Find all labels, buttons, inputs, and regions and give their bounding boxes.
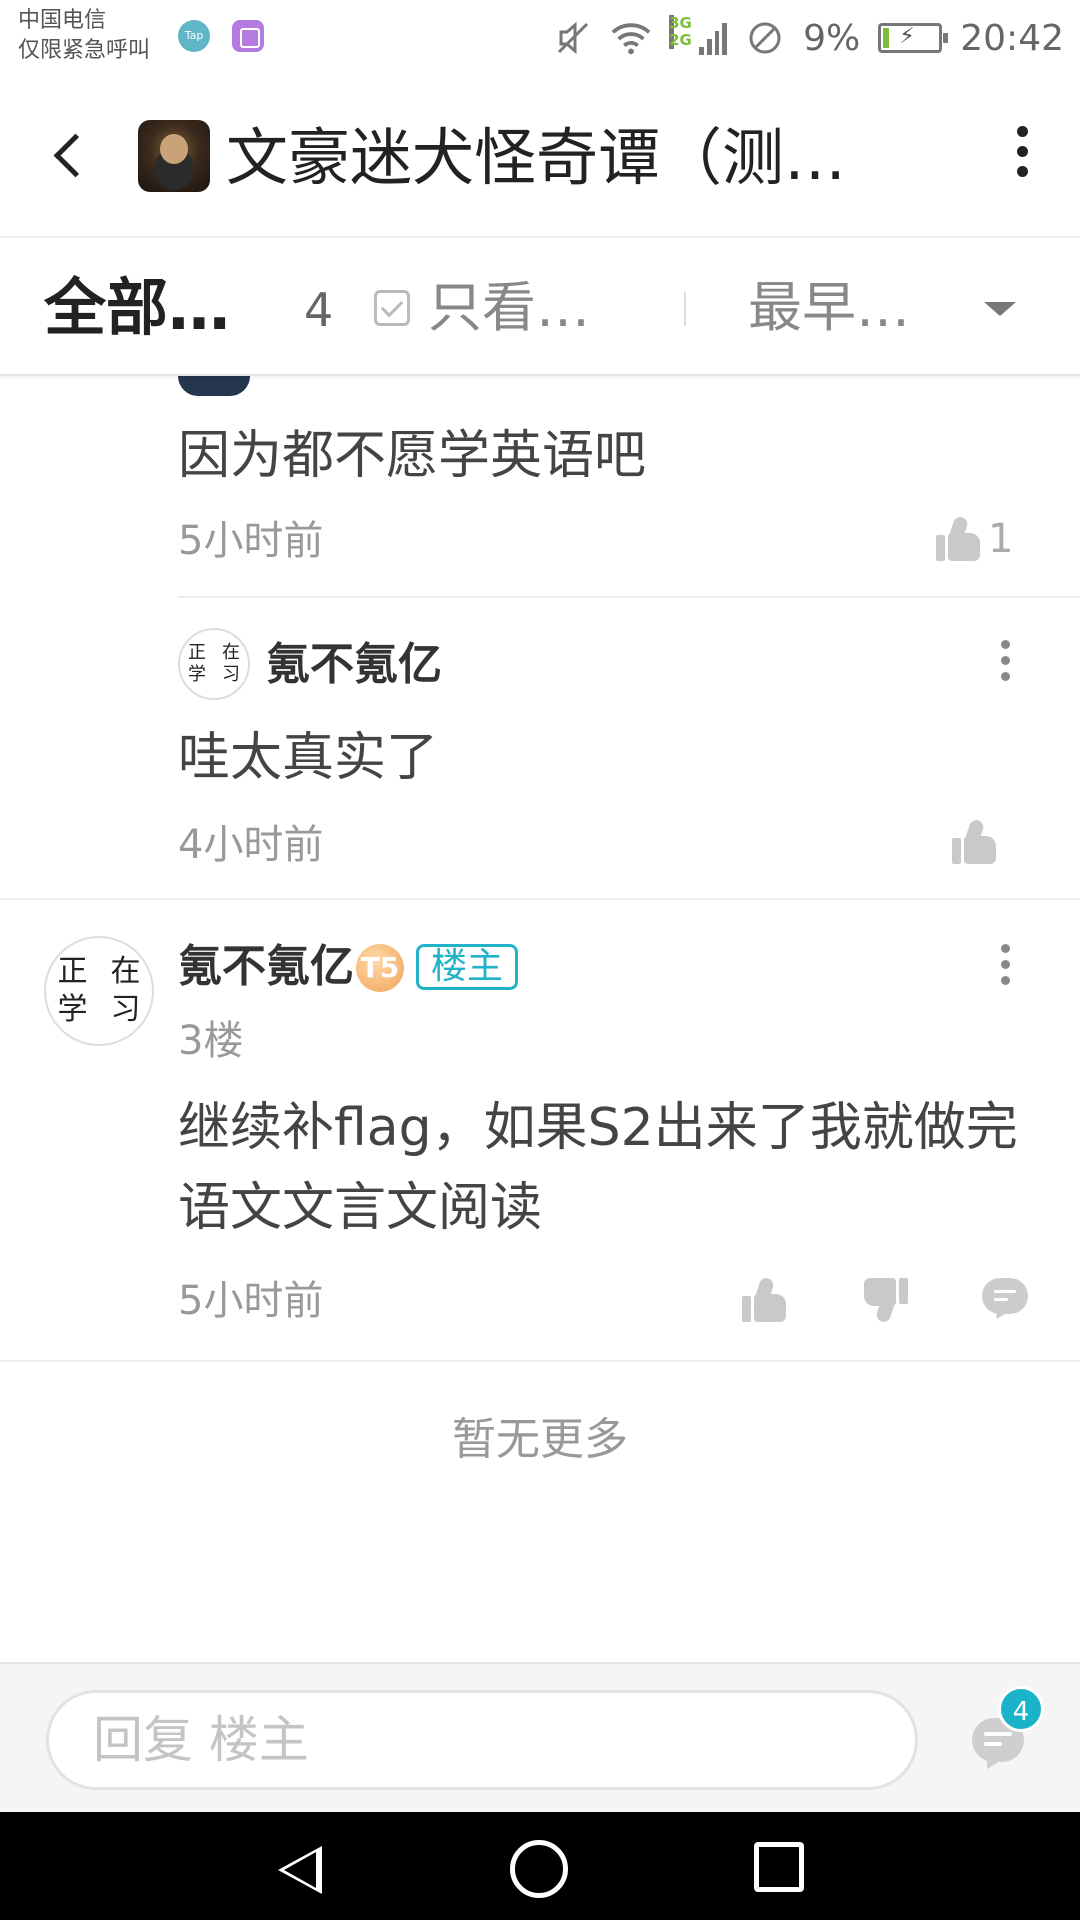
avatar[interactable]: 正 在 学 习 [44, 936, 154, 1046]
battery-percent: 9% [803, 17, 861, 59]
avatar-char: 正 [57, 954, 88, 989]
post-text-line1: 继续补flag，如果S2出来了我就做完 [178, 1098, 1018, 1158]
nav-back-icon[interactable] [274, 1840, 330, 1896]
thumbs-up-icon [936, 515, 982, 561]
chevron-down-icon[interactable] [984, 302, 1016, 316]
reply-text: 因为都不愿学英语吧 [178, 426, 647, 486]
avatar-char: 在 [222, 642, 240, 663]
reply-more-button[interactable] [990, 640, 1020, 688]
username[interactable]: 氪不氪亿 [178, 940, 354, 994]
more-options-button[interactable] [1002, 126, 1042, 190]
taptap-notification-icon: Tap [178, 20, 210, 52]
reply-bar: 回复 楼主 [0, 1662, 1080, 1812]
avatar[interactable] [178, 376, 250, 396]
battery-icon: ⚡ [878, 23, 949, 53]
reply-time: 5小时前 [178, 518, 324, 564]
nav-home-icon[interactable] [510, 1840, 568, 1898]
post-text-line2: 语文文言文阅读 [178, 1178, 543, 1238]
divider [178, 596, 1080, 598]
avatar-char: 正 [188, 642, 206, 663]
dislike-button[interactable] [862, 1278, 908, 1324]
sort-dropdown[interactable]: 最早… [748, 276, 910, 340]
game-icon[interactable] [138, 120, 210, 192]
post-time: 5小时前 [178, 1278, 324, 1324]
network-type: 3G 2G [669, 14, 692, 49]
all-replies-tab[interactable]: 全部… [44, 272, 230, 344]
reply-time: 4小时前 [178, 822, 324, 868]
wifi-icon [611, 18, 651, 58]
avatar-char: 学 [188, 664, 206, 685]
only-owner-label[interactable]: 只看… [428, 276, 590, 340]
thumbs-down-icon [862, 1278, 908, 1324]
comment-button[interactable] [982, 1278, 1028, 1324]
username[interactable]: 氪不氪亿 [266, 638, 442, 692]
thumbs-up-icon [742, 1276, 788, 1322]
nav-recents-icon[interactable] [754, 1842, 804, 1892]
like-count: 1 [988, 516, 1014, 562]
divider [0, 898, 1080, 900]
like-button[interactable] [742, 1276, 788, 1322]
clock: 20:42 [960, 17, 1064, 59]
divider [0, 1360, 1080, 1362]
only-owner-checkbox[interactable] [374, 290, 410, 326]
floor-number: 3楼 [178, 1018, 244, 1064]
reply-text: 哇太真实了 [178, 728, 439, 788]
status-icons: 3G 2G 9% ⚡ 20:42 [553, 12, 1064, 64]
level-badge: T5 [356, 944, 404, 992]
avatar-char: 学 [57, 992, 88, 1027]
owner-tag: 楼主 [416, 944, 519, 990]
reply-input[interactable]: 回复 楼主 [46, 1690, 918, 1790]
like-button[interactable]: 1 [936, 515, 1014, 562]
carrier-info: 中国电信 仅限紧急呼叫 [18, 6, 150, 66]
reply-count: 4 [304, 283, 334, 337]
no-more-label: 暂无更多 [452, 1414, 628, 1465]
top-app-bar: 文豪迷犬怪奇谭（测… [0, 78, 1080, 238]
filter-bar: 全部… 4 只看… 最早… [0, 240, 1080, 376]
thumbs-up-icon [952, 818, 998, 864]
avatar[interactable]: 正 在 学 习 [178, 628, 250, 700]
comment-icon [982, 1278, 1028, 1324]
gallery-notification-icon [232, 20, 264, 52]
avatar-char: 习 [110, 992, 141, 1027]
signal-icon: 3G 2G [669, 15, 728, 55]
system-nav-bar [0, 1812, 1080, 1920]
emergency-only: 仅限紧急呼叫 [18, 38, 151, 63]
like-button[interactable] [952, 818, 998, 864]
post-more-button[interactable] [990, 944, 1020, 992]
avatar-char: 在 [110, 954, 141, 989]
page-title: 文豪迷犬怪奇谭（测… [226, 122, 847, 194]
filter-divider [684, 292, 686, 326]
comment-count-badge: 4 [998, 1686, 1044, 1732]
avatar-char: 习 [222, 664, 240, 685]
carrier-name: 中国电信 [18, 8, 107, 33]
do-not-disturb-icon [745, 18, 785, 58]
mute-icon [553, 18, 593, 58]
status-bar: 中国电信 仅限紧急呼叫 Tap 3G 2G 9% ⚡ 20:42 [0, 0, 1080, 78]
back-button[interactable] [42, 126, 102, 186]
